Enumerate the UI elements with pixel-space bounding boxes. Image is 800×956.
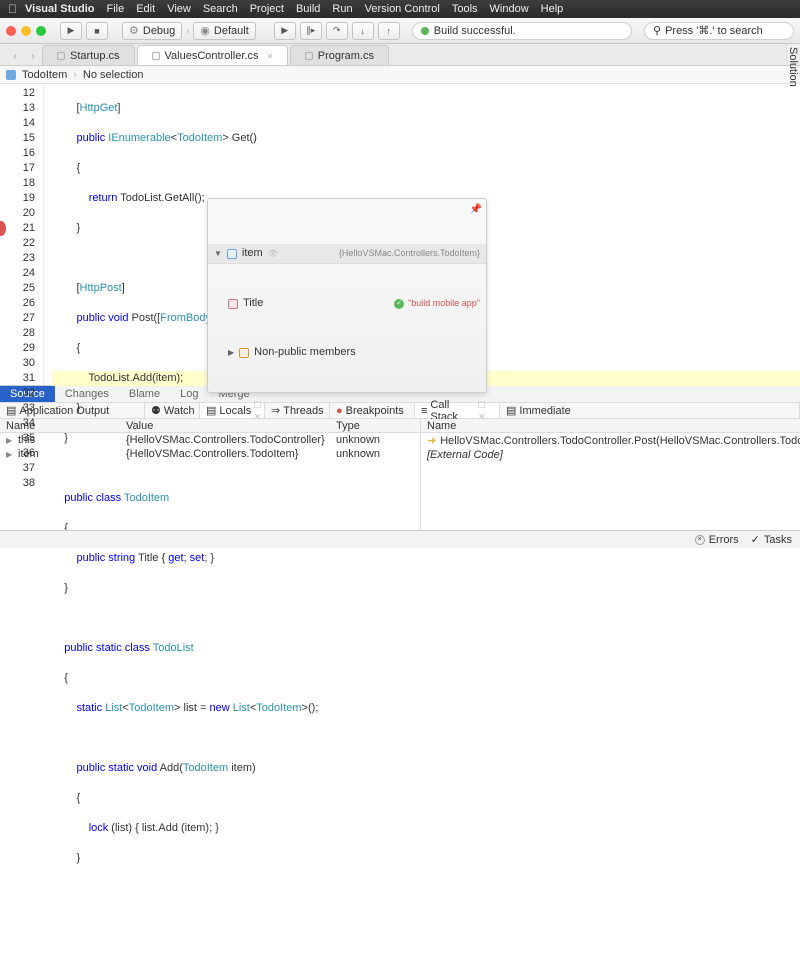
menu-tools[interactable]: Tools [452, 3, 478, 15]
app-name[interactable]: Visual Studio [25, 3, 94, 15]
expand-icon[interactable]: ▼ [214, 246, 222, 261]
step-into-icon[interactable]: ↓ [352, 22, 374, 40]
apple-icon[interactable]:  [8, 2, 17, 16]
errors-indicator[interactable]: × Errors [695, 534, 739, 546]
menu-project[interactable]: Project [250, 3, 284, 15]
menubar:  Visual Studio File Edit View Search Pr… [0, 0, 800, 18]
breadcrumb-class[interactable]: TodoItem [22, 69, 67, 81]
tab-valuescontroller[interactable]: ValuesController.cs× [137, 45, 288, 65]
tab-program[interactable]: Program.cs [290, 45, 389, 65]
pause-icon[interactable]: ∥▸ [300, 22, 322, 40]
folder-icon [239, 348, 249, 358]
global-search[interactable]: ⚲ Press '⌘.' to search [644, 22, 794, 40]
document-tabs: ‹ › Startup.cs ValuesController.cs× Prog… [0, 44, 800, 66]
breadcrumb-member[interactable]: No selection [83, 69, 144, 81]
tab-nav-forward[interactable]: › [24, 47, 42, 65]
line-numbers: 1213141516171819202122232425262728293031… [0, 84, 44, 385]
zoom-window-button[interactable] [36, 26, 46, 36]
tab-startup[interactable]: Startup.cs [42, 45, 135, 65]
datatip-prop: Title [243, 296, 263, 311]
close-window-button[interactable] [6, 26, 16, 36]
check-icon: ✓ [394, 299, 404, 309]
status-bar: × Errors ✓ Tasks [0, 530, 800, 548]
step-out-icon[interactable]: ↑ [378, 22, 400, 40]
menu-version-control[interactable]: Version Control [365, 3, 440, 15]
status-text: Build successful. [434, 25, 516, 37]
datatip-var: item [242, 246, 263, 261]
run-button[interactable]: ▶ [60, 22, 82, 40]
check-icon: ✓ [751, 533, 760, 546]
target-selector[interactable]: ◉ Default [193, 22, 255, 40]
status-display: Build successful. [412, 22, 632, 40]
datatip-value: "build mobile app" [408, 296, 480, 311]
datatip-type: {HelloVSMac.Controllers.TodoItem} [339, 246, 480, 261]
menu-run[interactable]: Run [332, 3, 352, 15]
toolbar: ▶ ■ ⚙ Debug › ◉ Default ▶ ∥▸ ↷ ↓ ↑ Build… [0, 18, 800, 44]
stop-button[interactable]: ■ [86, 22, 108, 40]
code-area[interactable]: [HttpGet] public IEnumerable<TodoItem> G… [44, 84, 800, 385]
solution-pad-tab[interactable]: Solution [786, 44, 800, 62]
class-icon [6, 70, 16, 80]
play-icon[interactable]: ▶ [274, 22, 296, 40]
tab-nav-back[interactable]: ‹ [6, 47, 24, 65]
menu-search[interactable]: Search [203, 3, 238, 15]
minimize-window-button[interactable] [21, 26, 31, 36]
menu-help[interactable]: Help [541, 3, 564, 15]
datatip-nonpublic: Non-public members [254, 345, 355, 360]
menu-file[interactable]: File [106, 3, 124, 15]
expand-nonpublic-icon[interactable]: ▶ [228, 345, 234, 360]
pin-icon[interactable]: 📌 [470, 202, 482, 217]
object-icon [227, 249, 237, 259]
build-success-icon [421, 27, 429, 35]
close-tab-icon[interactable]: × [267, 51, 272, 61]
debug-datatip[interactable]: 📌 ▼ item 👁 {HelloVSMac.Controllers.TodoI… [207, 198, 487, 393]
configuration-selector[interactable]: ⚙ Debug [122, 22, 182, 40]
menu-window[interactable]: Window [490, 3, 529, 15]
window-controls [6, 26, 46, 36]
menu-edit[interactable]: Edit [136, 3, 155, 15]
tasks-indicator[interactable]: ✓ Tasks [751, 533, 792, 546]
code-editor[interactable]: 1213141516171819202122232425262728293031… [0, 84, 800, 385]
menu-view[interactable]: View [167, 3, 191, 15]
menu-build[interactable]: Build [296, 3, 320, 15]
error-icon: × [695, 535, 705, 545]
breadcrumb: TodoItem › No selection [0, 66, 800, 84]
step-over-icon[interactable]: ↷ [326, 22, 348, 40]
property-icon [228, 299, 238, 309]
